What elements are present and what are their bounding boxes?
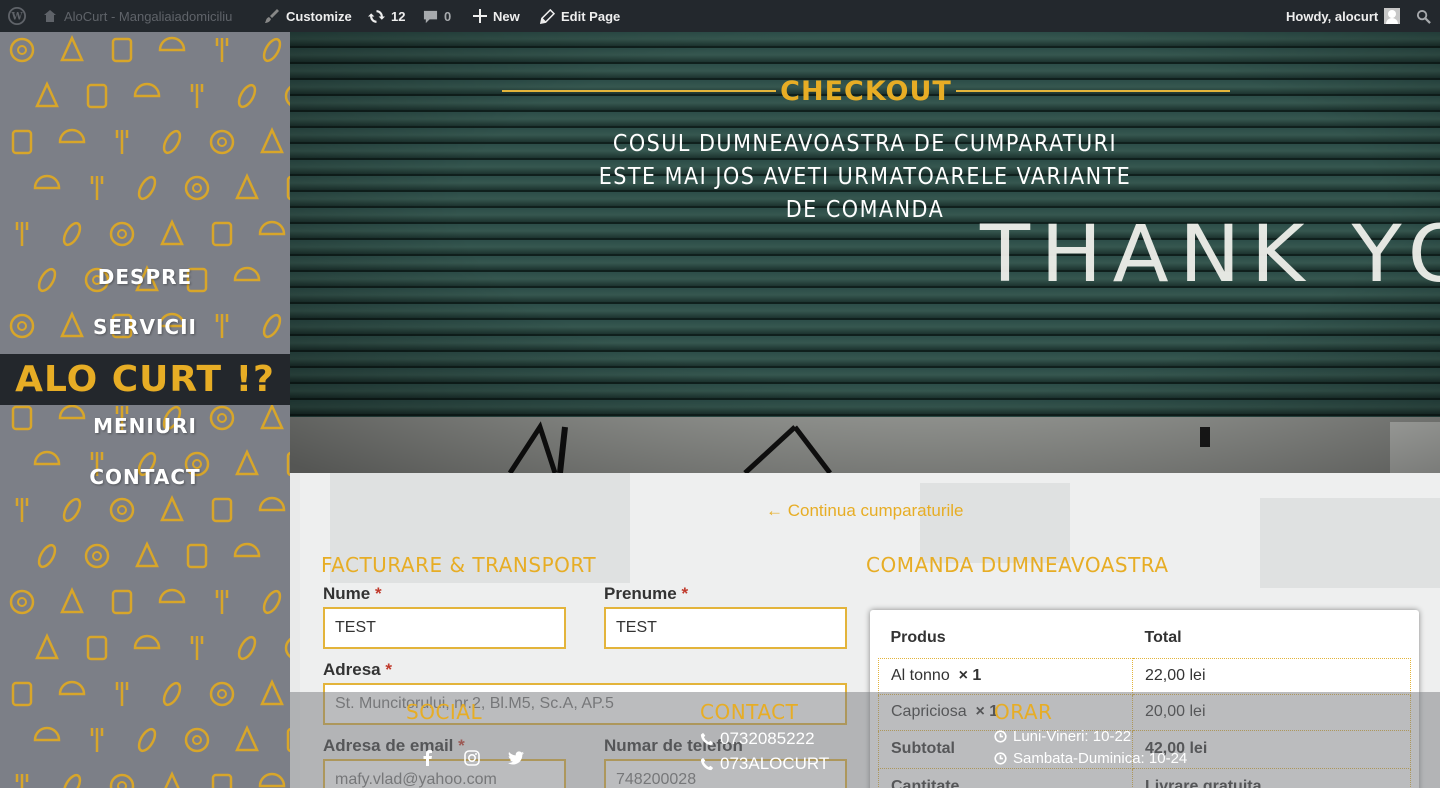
howdy-label: Howdy, alocurt [1286,8,1379,24]
sidebar-navigation: Despre Servicii Alo Curt !? Meniuri Cont… [0,32,290,788]
comments-count: 0 [444,8,452,24]
hours-weekend: Sambata-Duminica: 10-24 [1013,750,1188,767]
avatar [1384,8,1401,24]
account-menu[interactable]: Howdy, alocurt [1286,0,1401,32]
table-row: Al tonno × 1 22,00 lei [878,657,1411,695]
facebook-icon[interactable] [420,750,436,766]
brand-logo[interactable]: Alo Curt !? [0,354,290,405]
updates-link[interactable]: 12 [368,0,405,32]
wp-admin-bar: W AloCurt - Mangaliaiadomiciliu Customiz… [0,0,1440,32]
brush-icon [265,9,279,23]
hours-line-2: Sambata-Duminica: 10-24 [994,750,1187,767]
page-subtitle: Cosul dumneavoastra de cumparaturi este … [598,131,1132,223]
phone-2: 073ALOCURT [720,754,830,773]
wordpress-logo-icon[interactable]: W [8,0,26,32]
plus-icon [473,9,487,23]
prenume-label: Prenume * [604,584,689,603]
instagram-icon[interactable] [464,750,480,766]
comments-link[interactable]: 0 [423,0,451,32]
continue-shopping-link[interactable]: ← Continua cumparaturile [766,501,963,521]
phone-icon [700,732,714,746]
phone-line-2[interactable]: 073ALOCURT [700,754,829,774]
table-header-row: Produs Total [879,618,1411,658]
comment-icon [423,10,438,23]
admin-bar-site-link[interactable]: AloCurt - Mangaliaiadomiciliu [42,0,232,32]
clock-icon [994,752,1007,765]
phone-line-1[interactable]: 0732085222 [700,729,815,749]
nav-link-contact[interactable]: Contact [0,465,290,489]
title-line-left [502,90,777,92]
refresh-icon [368,9,385,23]
edit-page-link[interactable]: Edit Page [540,0,620,32]
background-shape [920,483,1070,563]
pencil-icon [540,8,555,24]
header-total: Total [1144,628,1182,646]
nume-input[interactable] [323,607,566,649]
admin-search-button[interactable] [1416,0,1431,32]
adresa-label: Adresa * [323,660,392,679]
phone-1: 0732085222 [720,729,815,748]
home-icon [44,10,56,22]
hours-line-1: Luni-Vineri: 10-22 [994,728,1131,745]
updates-count: 12 [391,8,406,24]
hero-banner: THANK YO Checkout Cosul dumneavoastra de… [290,32,1440,473]
twitter-icon[interactable] [508,750,524,766]
food-doodle-pattern [9,34,290,788]
hero-title-row: Checkout [502,75,1230,107]
nume-label: Nume * [323,584,382,603]
nav-link-despre[interactable]: Despre [0,265,290,289]
hours-weekdays: Luni-Vineri: 10-22 [1013,728,1132,745]
page-title: Checkout [780,75,952,107]
customize-label: Customize [286,8,352,24]
title-line-right [955,90,1230,92]
billing-heading: Facturare & transport [321,553,597,577]
site-footer: Social Contact 0732085222 073ALOCURT Ora… [290,692,1440,788]
hours-heading: Orar [994,700,1053,724]
clock-icon [994,730,1007,743]
order-heading: Comanda dumneavoastra [866,553,1169,577]
new-content-link[interactable]: New [473,0,520,32]
edit-page-label: Edit Page [561,8,621,24]
svg-text:W: W [10,12,23,23]
prenume-input[interactable] [604,607,847,649]
social-heading: Social [406,700,483,724]
nav-link-meniuri[interactable]: Meniuri [0,414,290,438]
contact-heading: Contact [700,700,799,724]
new-label: New [493,8,520,24]
product-name: Al tonno × 1 [878,657,1133,695]
site-name: AloCurt - Mangaliaiadomiciliu [64,8,233,24]
product-total: 22,00 lei [1132,657,1411,695]
search-icon [1416,9,1431,24]
customize-link[interactable]: Customize [264,0,352,32]
header-product: Produs [890,628,946,646]
background-shape [1260,498,1440,588]
phone-icon [700,757,714,771]
nav-link-servicii[interactable]: Servicii [0,315,290,339]
